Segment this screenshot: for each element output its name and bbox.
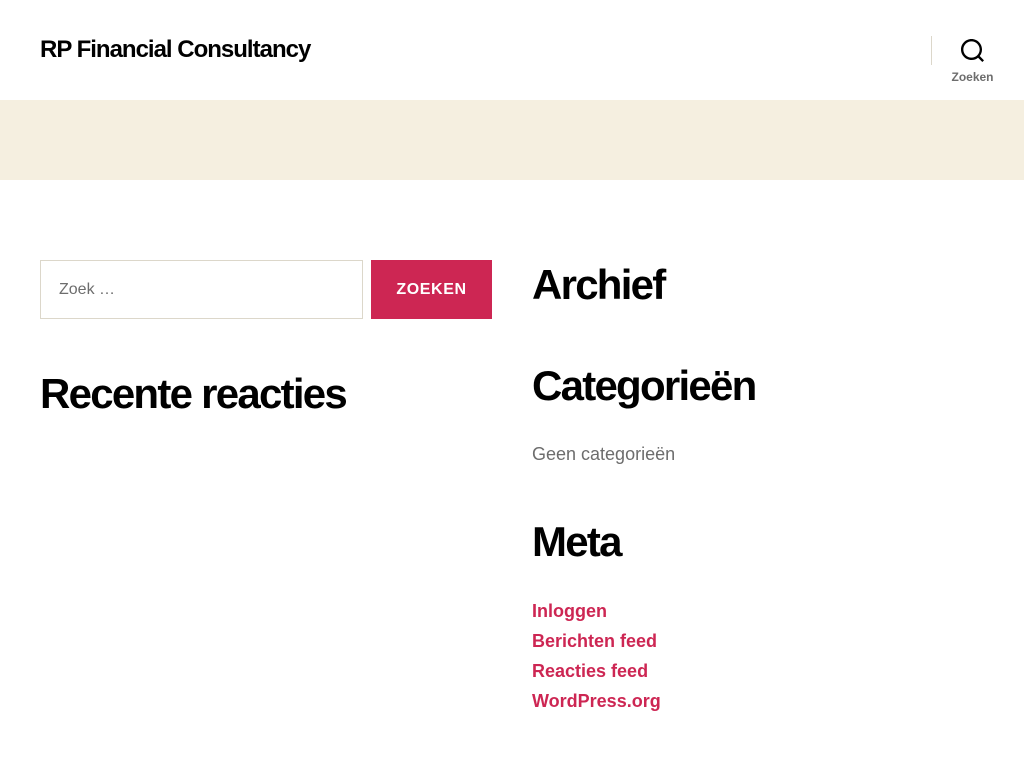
meta-link-entries-feed[interactable]: Berichten feed (532, 631, 657, 651)
list-item: WordPress.org (532, 686, 661, 716)
site-header: RP Financial Consultancy Zoeken (0, 0, 1024, 100)
meta-link-wordpress-org[interactable]: WordPress.org (532, 691, 661, 711)
search-toggle-label: Zoeken (951, 70, 994, 84)
categories-title: Categorieën (532, 362, 757, 409)
header-divider (931, 36, 932, 65)
archive-title: Archief (532, 261, 666, 308)
meta-link-login[interactable]: Inloggen (532, 601, 607, 621)
search-icon (961, 39, 984, 62)
list-item: Reacties feed (532, 656, 661, 686)
page-header-band (0, 100, 1024, 180)
meta-link-comments-feed[interactable]: Reacties feed (532, 661, 648, 681)
search-submit-button[interactable]: ZOEKEN (371, 260, 492, 319)
list-item: Berichten feed (532, 626, 661, 656)
categories-empty-message: Geen categorieën (532, 444, 676, 464)
search-input[interactable] (40, 260, 363, 319)
meta-title: Meta (532, 518, 622, 565)
site-title-link[interactable]: RP Financial Consultancy (40, 38, 311, 62)
meta-links-list: Inloggen Berichten feed Reacties feed Wo… (532, 596, 661, 716)
search-toggle-button[interactable]: Zoeken (940, 30, 1005, 90)
list-item: Inloggen (532, 596, 661, 626)
recent-comments-title: Recente reacties (40, 370, 348, 417)
